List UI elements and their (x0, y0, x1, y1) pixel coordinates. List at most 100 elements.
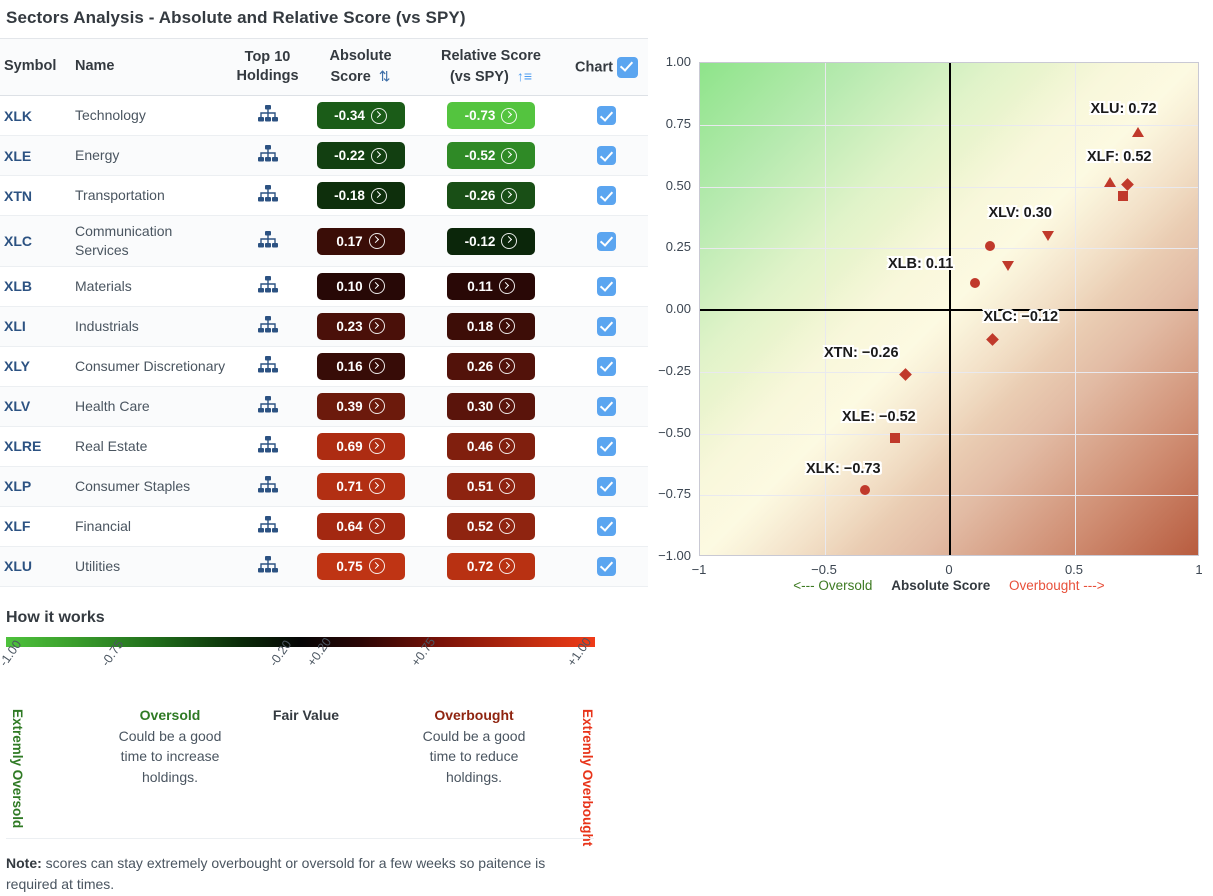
y-tick-label: 0.00 (665, 301, 691, 316)
table-row[interactable]: XLE Energy -0.22 -0.52 (0, 135, 648, 177)
header-top10-line1: Top 10 (244, 48, 291, 65)
header-top10[interactable]: Top 10 Holdings (231, 37, 304, 97)
absolute-score-badge[interactable]: -0.22 (316, 142, 405, 170)
absolute-score-badge[interactable]: 0.23 (316, 312, 405, 340)
relative-score-badge[interactable]: 0.51 (447, 472, 535, 500)
table-row[interactable]: XLF Financial 0.64 0.52 (0, 506, 648, 547)
relative-score-badge[interactable]: 0.72 (447, 552, 535, 580)
sort-ascending-icon[interactable]: ↑≡ (517, 67, 532, 86)
cell-symbol[interactable]: XLC (0, 215, 71, 267)
relative-score-badge[interactable]: -0.52 (447, 142, 535, 170)
sectors-table: Symbol Name Top 10 Holdings Absolute Sco… (0, 37, 648, 587)
scatter-point-xly[interactable] (985, 240, 995, 251)
scatter-point-xli[interactable] (1001, 260, 1014, 271)
table-row[interactable]: XLU Utilities 0.75 0.72 (0, 546, 648, 587)
scatter-point-xlb[interactable] (970, 277, 980, 288)
legend-block-body: Could be a good time to increase holding… (118, 727, 222, 785)
scatter-point-xlf[interactable] (1104, 176, 1116, 187)
cell-symbol[interactable]: XLV (0, 386, 71, 427)
cell-name: Communication Services (71, 215, 231, 267)
table-row[interactable]: XLB Materials 0.10 0.11 (0, 266, 648, 307)
absolute-score-badge[interactable]: -0.34 (316, 102, 405, 130)
cell-top10[interactable] (231, 306, 304, 347)
table-row[interactable]: XLI Industrials 0.23 0.18 (0, 306, 648, 347)
table-row[interactable]: XLK Technology -0.34 -0.73 (0, 95, 648, 137)
chevron-right-circle-icon (370, 187, 387, 204)
absolute-score-badge[interactable]: 0.75 (316, 552, 405, 580)
org-chart-icon[interactable] (257, 435, 279, 455)
relative-score-badge[interactable]: -0.12 (447, 227, 535, 255)
cell-top10[interactable] (231, 135, 304, 177)
cell-top10[interactable] (231, 95, 304, 137)
header-absolute-score[interactable]: Absolute Score ⇅ (304, 37, 417, 97)
relative-score-badge[interactable]: 0.18 (447, 312, 535, 340)
relative-score-badge[interactable]: 0.46 (447, 432, 535, 460)
header-name[interactable]: Name (71, 37, 231, 97)
cell-top10[interactable] (231, 386, 304, 427)
org-chart-icon[interactable] (257, 184, 279, 204)
footnote-label: Note: (6, 855, 42, 871)
table-row[interactable]: XLV Health Care 0.39 0.30 (0, 386, 648, 427)
cell-symbol[interactable]: XLB (0, 266, 71, 307)
table-row[interactable]: XLY Consumer Discretionary 0.16 0.26 (0, 346, 648, 387)
scatter-point-xle[interactable] (890, 433, 900, 444)
header-relative-score[interactable]: Relative Score (vs SPY) ↑≡ (417, 37, 565, 97)
cell-symbol[interactable]: XLK (0, 95, 71, 137)
cell-symbol[interactable]: XLY (0, 346, 71, 387)
absolute-score-badge[interactable]: 0.39 (316, 392, 405, 420)
absolute-score-badge[interactable]: 0.64 (316, 512, 405, 540)
cell-relative-score: 0.46 (417, 426, 565, 467)
cell-top10[interactable] (231, 346, 304, 387)
scatter-plot[interactable] (699, 62, 1199, 556)
org-chart-icon[interactable] (257, 355, 279, 375)
cell-symbol[interactable]: XLP (0, 466, 71, 507)
org-chart-icon[interactable] (257, 230, 279, 250)
cell-top10[interactable] (231, 426, 304, 467)
cell-symbol[interactable]: XLU (0, 546, 71, 587)
org-chart-icon[interactable] (257, 475, 279, 495)
sort-updown-icon[interactable]: ⇅ (379, 67, 391, 86)
relative-score-badge[interactable]: 0.52 (447, 512, 535, 540)
table-row[interactable]: XLRE Real Estate 0.69 0.46 (0, 426, 648, 467)
absolute-score-badge[interactable]: 0.16 (316, 352, 405, 380)
cell-symbol[interactable]: XLF (0, 506, 71, 547)
cell-symbol[interactable]: XTN (0, 175, 71, 217)
relative-score-badge[interactable]: 0.11 (447, 272, 535, 300)
cell-relative-score: -0.52 (417, 135, 565, 177)
cell-top10[interactable] (231, 506, 304, 547)
absolute-score-badge[interactable]: 0.69 (316, 432, 405, 460)
cell-top10[interactable] (231, 175, 304, 217)
org-chart-icon[interactable] (257, 515, 279, 535)
scatter-point-xlre[interactable] (1117, 191, 1128, 202)
absolute-score-badge[interactable]: -0.18 (316, 182, 405, 210)
header-symbol[interactable]: Symbol (0, 37, 71, 97)
absolute-score-badge[interactable]: 0.10 (316, 272, 405, 300)
scatter-point-xlv[interactable] (1041, 230, 1054, 241)
table-row[interactable]: XLP Consumer Staples 0.71 0.51 (0, 466, 648, 507)
cell-absolute-score: 0.23 (304, 306, 417, 347)
cell-symbol[interactable]: XLRE (0, 426, 71, 467)
absolute-score-badge[interactable]: 0.71 (316, 472, 405, 500)
cell-symbol[interactable]: XLE (0, 135, 71, 177)
cell-relative-score: 0.51 (417, 466, 565, 507)
org-chart-icon[interactable] (257, 144, 279, 164)
cell-top10[interactable] (231, 546, 304, 587)
cell-top10[interactable] (231, 215, 304, 267)
org-chart-icon[interactable] (257, 104, 279, 124)
absolute-score-badge[interactable]: 0.17 (316, 227, 405, 255)
table-row[interactable]: XTN Transportation -0.18 -0.26 (0, 175, 648, 217)
scatter-point-xlu[interactable] (1131, 127, 1144, 138)
table-row[interactable]: XLC Communication Services 0.17 -0.12 (0, 215, 648, 267)
relative-score-badge[interactable]: -0.73 (447, 102, 535, 130)
relative-score-badge[interactable]: -0.26 (447, 182, 535, 210)
org-chart-icon[interactable] (257, 315, 279, 335)
org-chart-icon[interactable] (257, 275, 279, 295)
cell-symbol[interactable]: XLI (0, 306, 71, 347)
relative-score-badge[interactable]: 0.30 (447, 392, 535, 420)
legend-block-heading: Oversold (139, 706, 201, 723)
org-chart-icon[interactable] (257, 555, 279, 575)
org-chart-icon[interactable] (257, 395, 279, 415)
cell-top10[interactable] (231, 466, 304, 507)
cell-top10[interactable] (231, 266, 304, 307)
relative-score-badge[interactable]: 0.26 (447, 352, 535, 380)
